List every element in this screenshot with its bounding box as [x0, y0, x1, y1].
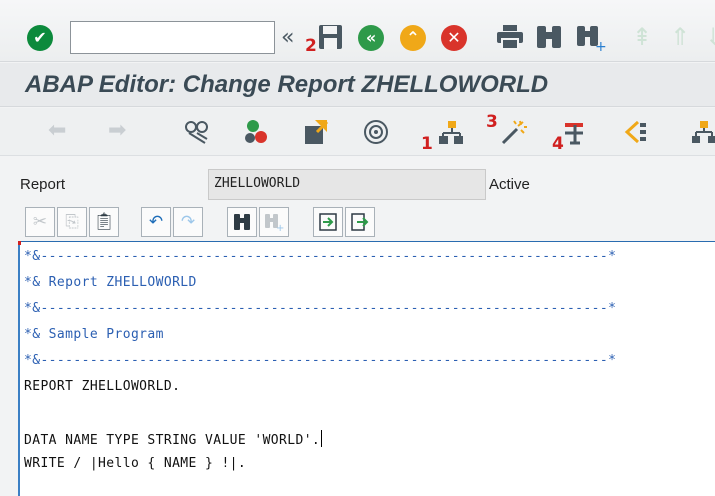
find-icon[interactable]: [227, 207, 257, 237]
title-bar: ABAP Editor: Change Report ZHELLOWORLD: [0, 63, 715, 107]
application-toolbar: ⬅ ➡ 1 3 4: [0, 108, 715, 156]
where-used-icon[interactable]: [438, 119, 464, 150]
code-editor[interactable]: *&--------------------------------------…: [18, 241, 715, 496]
print-icon[interactable]: [496, 24, 524, 55]
move-block-icon[interactable]: [345, 207, 375, 237]
annotation-1: 1: [421, 134, 433, 154]
code-line-with-cursor: DATA NAME TYPE STRING VALUE 'WORLD'.: [24, 430, 323, 448]
text-cursor: [321, 430, 323, 447]
editor-corner-marker: [18, 241, 21, 245]
navigation-icon[interactable]: [622, 119, 648, 150]
redo-icon[interactable]: ↷: [173, 207, 203, 237]
code-line: *& Report ZHELLOWORLD: [24, 275, 197, 290]
back-icon[interactable]: «: [358, 25, 384, 51]
code-line: WRITE / |Hello { NAME } !|.: [24, 456, 247, 471]
first-page-icon: ⇞: [632, 23, 653, 51]
editor-toolbar: ✂ ⎘ 📋︎ ↶ ↷ +: [25, 207, 375, 239]
code-line: REPORT ZHELLOWORLD.: [24, 379, 181, 394]
forward-arrow-icon[interactable]: ➡: [108, 118, 126, 144]
code-line-text: DATA NAME TYPE STRING VALUE 'WORLD'.: [24, 433, 321, 448]
check-object-icon[interactable]: [303, 118, 331, 151]
cut-icon[interactable]: ✂: [25, 207, 55, 237]
find-next-icon[interactable]: +: [575, 24, 609, 57]
activate-icon[interactable]: [243, 119, 271, 150]
code-line: *&--------------------------------------…: [24, 301, 617, 316]
code-line: *& Sample Program: [24, 327, 164, 342]
test-icon[interactable]: [362, 119, 390, 150]
copy-icon[interactable]: ⎘: [57, 207, 87, 237]
svg-text:+: +: [276, 223, 284, 231]
command-field[interactable]: [70, 21, 275, 54]
pretty-printer-icon[interactable]: [562, 119, 588, 150]
double-chevron-left-icon[interactable]: «: [281, 24, 294, 52]
display-change-icon[interactable]: [183, 119, 211, 150]
object-list-icon[interactable]: [692, 119, 715, 150]
svg-text:+: +: [595, 39, 607, 52]
next-page-icon: ⇓: [705, 23, 715, 51]
paste-icon[interactable]: 📋︎: [89, 207, 119, 237]
page-title: ABAP Editor: Change Report ZHELLOWORLD: [25, 71, 549, 98]
save-icon[interactable]: [318, 24, 343, 50]
code-line: *&--------------------------------------…: [24, 249, 617, 264]
back-arrow-icon[interactable]: ⬅: [48, 118, 66, 144]
report-label: Report: [20, 176, 66, 193]
annotation-3: 3: [486, 112, 498, 132]
pattern-icon[interactable]: [500, 119, 528, 150]
status-text: Active: [489, 176, 530, 193]
previous-page-icon: ⇑: [670, 23, 691, 51]
check-icon[interactable]: ✔: [27, 25, 53, 51]
find-next-icon[interactable]: +: [259, 207, 289, 237]
exit-icon[interactable]: ⌃: [400, 25, 426, 51]
undo-icon[interactable]: ↶: [141, 207, 171, 237]
system-toolbar: ✔ « 2 « ⌃ ✕ + ⇞ ⇑ ⇓: [0, 0, 715, 62]
cancel-icon[interactable]: ✕: [441, 25, 467, 51]
insert-block-icon[interactable]: [313, 207, 343, 237]
annotation-2: 2: [305, 36, 317, 56]
code-line: *&--------------------------------------…: [24, 353, 617, 368]
find-icon[interactable]: [535, 24, 563, 55]
report-name-field: ZHELLOWORLD: [208, 169, 486, 200]
